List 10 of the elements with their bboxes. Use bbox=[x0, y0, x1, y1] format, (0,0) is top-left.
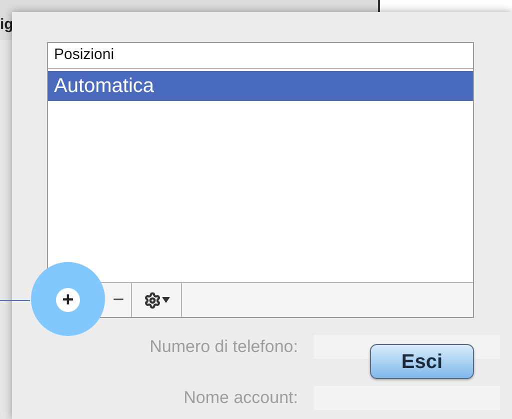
background-heading: ig bbox=[0, 15, 14, 35]
field-label: Nome account: bbox=[182, 387, 299, 410]
field-label: Numero di telefono: bbox=[148, 336, 299, 358]
list-row[interactable]: Automatica bbox=[48, 71, 473, 101]
remove-button[interactable]: − bbox=[106, 283, 132, 317]
leader-line bbox=[0, 300, 30, 301]
quit-button[interactable]: Esci bbox=[370, 344, 474, 379]
gear-icon bbox=[144, 292, 160, 308]
caret-icon bbox=[162, 297, 170, 303]
column-header: Posizioni bbox=[48, 43, 473, 69]
